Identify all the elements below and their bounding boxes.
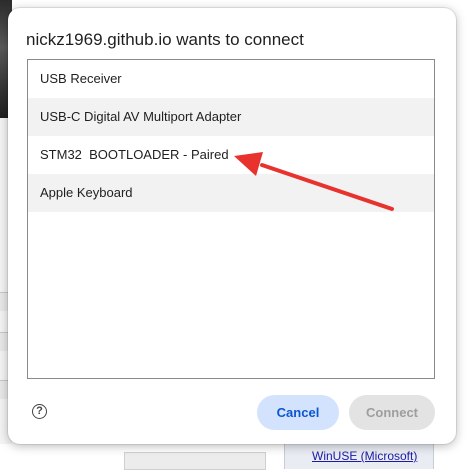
device-list[interactable]: USB Receiver USB-C Digital AV Multiport … [27,59,435,379]
cancel-button[interactable]: Cancel [257,395,339,430]
device-item-usb-receiver[interactable]: USB Receiver [28,60,434,98]
background-page-bottom: WinUSE (Microsoft) [0,444,472,470]
help-icon[interactable]: ? [32,404,47,419]
background-field [124,452,266,470]
device-item-stm32-bootloader[interactable]: STM32 BOOTLOADER - Paired [28,136,434,174]
device-chooser-dialog: nickz1969.github.io wants to connect USB… [8,8,456,444]
device-item-apple-keyboard[interactable]: Apple Keyboard [28,174,434,212]
connect-button[interactable]: Connect [349,395,435,430]
dialog-title: nickz1969.github.io wants to connect [26,30,304,49]
background-page-right [456,0,472,469]
background-link: WinUSE (Microsoft) [312,449,418,463]
device-item-usb-c-adapter[interactable]: USB-C Digital AV Multiport Adapter [28,98,434,136]
